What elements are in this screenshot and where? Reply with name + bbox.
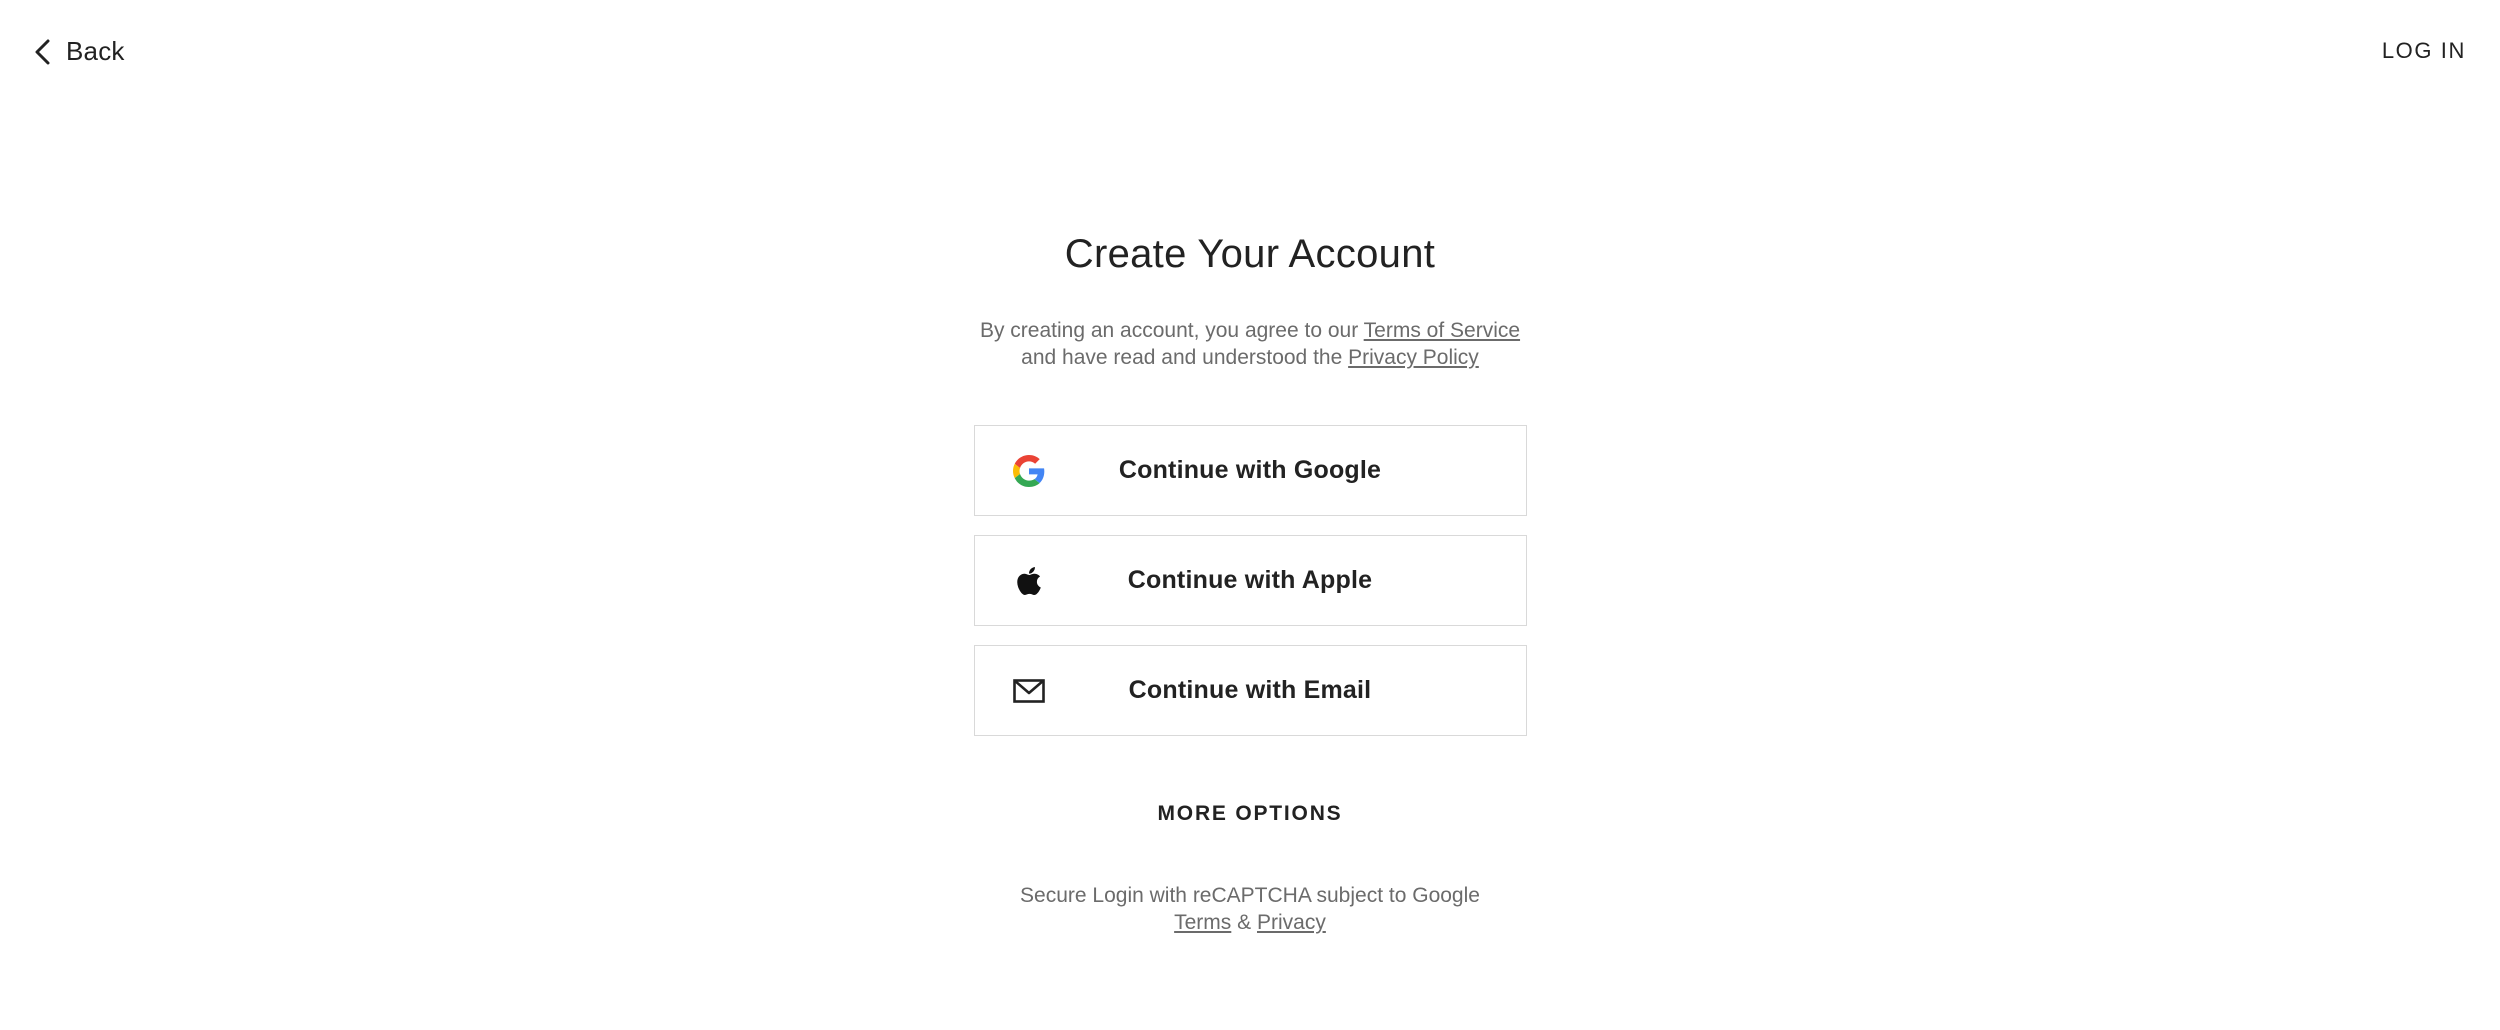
email-button-label: Continue with Email [1128, 676, 1372, 704]
legal-text-1: By creating an account, you agree to our [979, 319, 1359, 342]
page-title: Create Your Account [1064, 232, 1436, 276]
recaptcha-links: Terms & Privacy [1020, 909, 1480, 936]
legal-line-1: By creating an account, you agree to our… [980, 317, 1520, 344]
page: Back LOG IN Create Your Account By creat… [0, 0, 2500, 1030]
legal-notice: By creating an account, you agree to our… [980, 317, 1520, 371]
signup-panel: Create Your Account By creating an accou… [0, 232, 2500, 936]
more-options-button[interactable]: MORE OPTIONS [1158, 802, 1343, 826]
google-button-label: Continue with Google [1118, 456, 1382, 484]
recaptcha-privacy-link[interactable]: Privacy [1257, 911, 1326, 934]
login-link[interactable]: LOG IN [2382, 38, 2466, 64]
continue-with-google-button[interactable]: Continue with Google [973, 425, 1527, 516]
google-icon [1012, 454, 1045, 487]
recaptcha-separator: & [1237, 911, 1252, 934]
auth-buttons: Continue with Google Continue with Apple [973, 425, 1527, 736]
back-label: Back [66, 36, 125, 66]
legal-text-2: and have read and understood the [1021, 346, 1343, 369]
recaptcha-terms-link[interactable]: Terms [1174, 911, 1231, 934]
terms-of-service-link[interactable]: Terms of Service [1364, 319, 1520, 342]
continue-with-email-button[interactable]: Continue with Email [973, 645, 1527, 736]
apple-button-label: Continue with Apple [1127, 566, 1373, 594]
chevron-left-icon [32, 39, 54, 65]
envelope-icon [1012, 675, 1045, 707]
recaptcha-notice: Secure Login with reCAPTCHA subject to G… [1020, 882, 1480, 936]
top-bar: Back LOG IN [0, 0, 2500, 100]
recaptcha-text: Secure Login with reCAPTCHA subject to G… [1020, 884, 1480, 907]
legal-line-2: and have read and understood the Privacy… [980, 344, 1520, 371]
privacy-policy-link[interactable]: Privacy Policy [1348, 346, 1479, 369]
back-button[interactable]: Back [32, 36, 125, 67]
continue-with-apple-button[interactable]: Continue with Apple [973, 535, 1527, 626]
apple-icon [1013, 565, 1045, 597]
